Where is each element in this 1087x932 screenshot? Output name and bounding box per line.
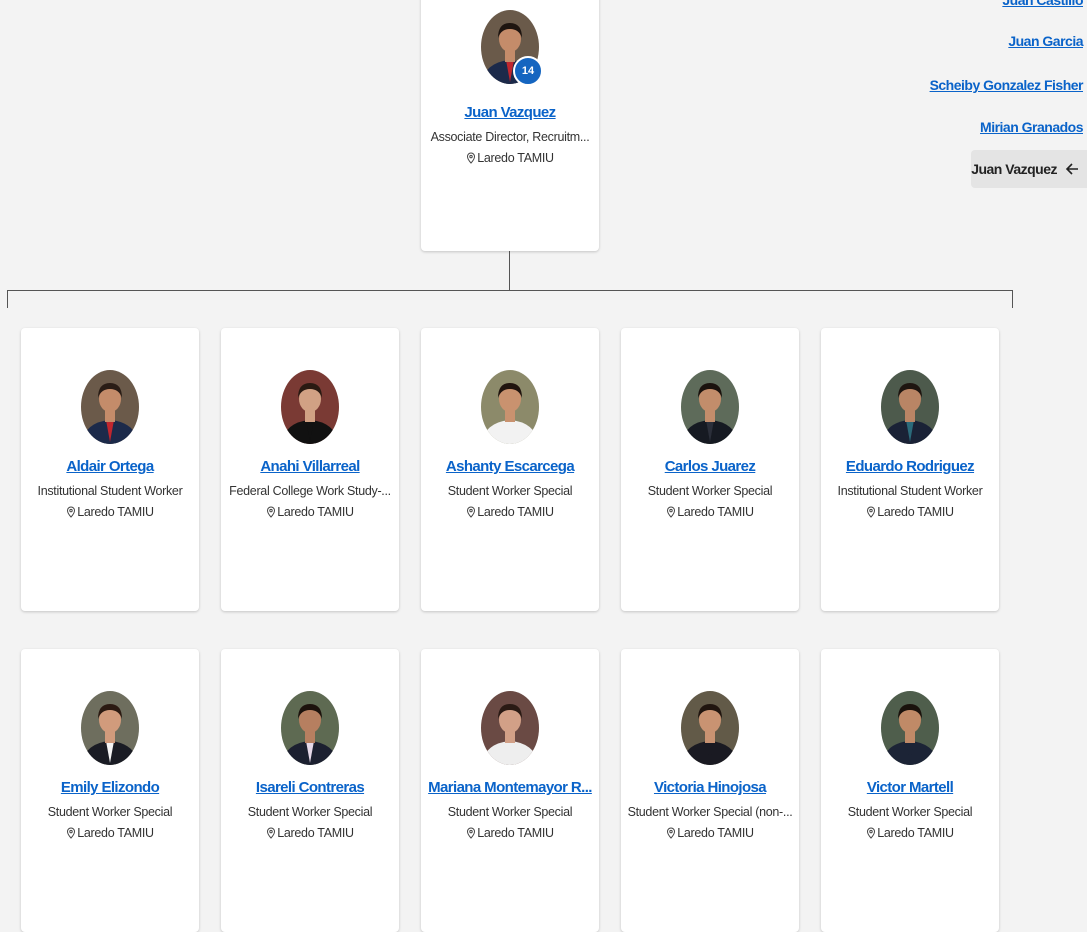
avatar: [281, 691, 339, 765]
report-card[interactable]: Anahi Villarreal Federal College Work St…: [221, 328, 399, 611]
employee-location: Laredo TAMIU: [421, 826, 599, 840]
report-card[interactable]: Mariana Montemayor R... Student Worker S…: [421, 649, 599, 932]
location-pin-icon: [867, 506, 876, 518]
employee-title: Student Worker Special: [647, 484, 773, 498]
avatar: [881, 691, 939, 765]
employee-title: Student Worker Special: [447, 805, 573, 819]
connector-right-drop: [1012, 290, 1013, 308]
connector-left-drop: [7, 290, 8, 308]
location-label: Laredo TAMIU: [877, 826, 954, 840]
breadcrumb-link[interactable]: Juan Garcia: [1008, 33, 1083, 49]
location-label: Laredo TAMIU: [277, 505, 354, 519]
employee-name-link[interactable]: Aldair Ortega: [21, 458, 199, 475]
breadcrumb-current[interactable]: Juan Vazquez: [971, 150, 1087, 188]
employee-location: Laredo TAMIU: [221, 826, 399, 840]
arrow-left-icon[interactable]: [1065, 162, 1079, 176]
report-card[interactable]: Eduardo Rodriguez Institutional Student …: [821, 328, 999, 611]
breadcrumb-link[interactable]: Mirian Granados: [980, 119, 1083, 135]
employee-title: Student Worker Special: [47, 805, 173, 819]
connector-vertical: [509, 251, 510, 290]
location-pin-icon: [867, 827, 876, 839]
location-label: Laredo TAMIU: [477, 151, 554, 165]
location-label: Laredo TAMIU: [677, 505, 754, 519]
employee-name-link[interactable]: Ashanty Escarcega: [421, 458, 599, 475]
report-card[interactable]: Emily Elizondo Student Worker Special La…: [21, 649, 199, 932]
avatar: [81, 691, 139, 765]
report-card[interactable]: Carlos Juarez Student Worker Special Lar…: [621, 328, 799, 611]
employee-title: Institutional Student Worker: [837, 484, 983, 498]
location-label: Laredo TAMIU: [77, 505, 154, 519]
employee-title: Student Worker Special (non-...: [627, 805, 793, 819]
employee-name-link[interactable]: Anahi Villarreal: [221, 458, 399, 475]
location-pin-icon: [267, 827, 276, 839]
employee-name-link[interactable]: Isareli Contreras: [221, 779, 399, 796]
employee-location: Laredo TAMIU: [21, 826, 199, 840]
employee-title: Student Worker Special: [447, 484, 573, 498]
avatar: [481, 691, 539, 765]
employee-title: Institutional Student Worker: [37, 484, 183, 498]
report-card[interactable]: Ashanty Escarcega Student Worker Special…: [421, 328, 599, 611]
location-label: Laredo TAMIU: [77, 826, 154, 840]
employee-location: Laredo TAMIU: [821, 505, 999, 519]
employee-location: Laredo TAMIU: [621, 826, 799, 840]
location-label: Laredo TAMIU: [477, 826, 554, 840]
location-pin-icon: [267, 506, 276, 518]
avatar: [81, 370, 139, 444]
manager-card[interactable]: 14 Juan Vazquez Associate Director, Recr…: [421, 0, 599, 251]
avatar: [881, 370, 939, 444]
location-pin-icon: [467, 506, 476, 518]
location-label: Laredo TAMIU: [677, 826, 754, 840]
avatar: [681, 370, 739, 444]
manager-title: Associate Director, Recruitm...: [430, 130, 590, 144]
avatar: [681, 691, 739, 765]
employee-name-link[interactable]: Eduardo Rodriguez: [821, 458, 999, 475]
location-pin-icon: [667, 506, 676, 518]
employee-name-link[interactable]: Emily Elizondo: [21, 779, 199, 796]
report-card[interactable]: Isareli Contreras Student Worker Special…: [221, 649, 399, 932]
report-card[interactable]: Aldair Ortega Institutional Student Work…: [21, 328, 199, 611]
employee-location: Laredo TAMIU: [421, 505, 599, 519]
employee-location: Laredo TAMIU: [21, 505, 199, 519]
report-card[interactable]: Victor Martell Student Worker Special La…: [821, 649, 999, 932]
employee-title: Federal College Work Study-...: [229, 484, 391, 498]
reports-count-badge[interactable]: 14: [513, 56, 543, 86]
avatar: 14: [481, 10, 543, 86]
breadcrumb-link[interactable]: Scheiby Gonzalez Fisher: [930, 77, 1084, 93]
employee-location: Laredo TAMIU: [221, 505, 399, 519]
location-pin-icon: [67, 827, 76, 839]
location-label: Laredo TAMIU: [877, 505, 954, 519]
location-label: Laredo TAMIU: [477, 505, 554, 519]
location-pin-icon: [67, 506, 76, 518]
employee-location: Laredo TAMIU: [821, 826, 999, 840]
avatar: [481, 370, 539, 444]
manager-name-link[interactable]: Juan Vazquez: [421, 104, 599, 121]
employee-name-link[interactable]: Carlos Juarez: [621, 458, 799, 475]
employee-name-link[interactable]: Victoria Hinojosa: [621, 779, 799, 796]
location-label: Laredo TAMIU: [277, 826, 354, 840]
location-pin-icon: [467, 152, 476, 164]
report-card[interactable]: Victoria Hinojosa Student Worker Special…: [621, 649, 799, 932]
connector-horizontal: [7, 290, 1013, 291]
employee-location: Laredo TAMIU: [621, 505, 799, 519]
breadcrumb-link[interactable]: Juan Castillo: [1002, 0, 1083, 8]
employee-name-link[interactable]: Mariana Montemayor R...: [421, 779, 599, 796]
location-pin-icon: [467, 827, 476, 839]
employee-title: Student Worker Special: [247, 805, 373, 819]
manager-location: Laredo TAMIU: [421, 151, 599, 165]
employee-title: Student Worker Special: [847, 805, 973, 819]
employee-name-link[interactable]: Victor Martell: [821, 779, 999, 796]
breadcrumb-current-label: Juan Vazquez: [971, 161, 1057, 177]
avatar: [281, 370, 339, 444]
location-pin-icon: [667, 827, 676, 839]
